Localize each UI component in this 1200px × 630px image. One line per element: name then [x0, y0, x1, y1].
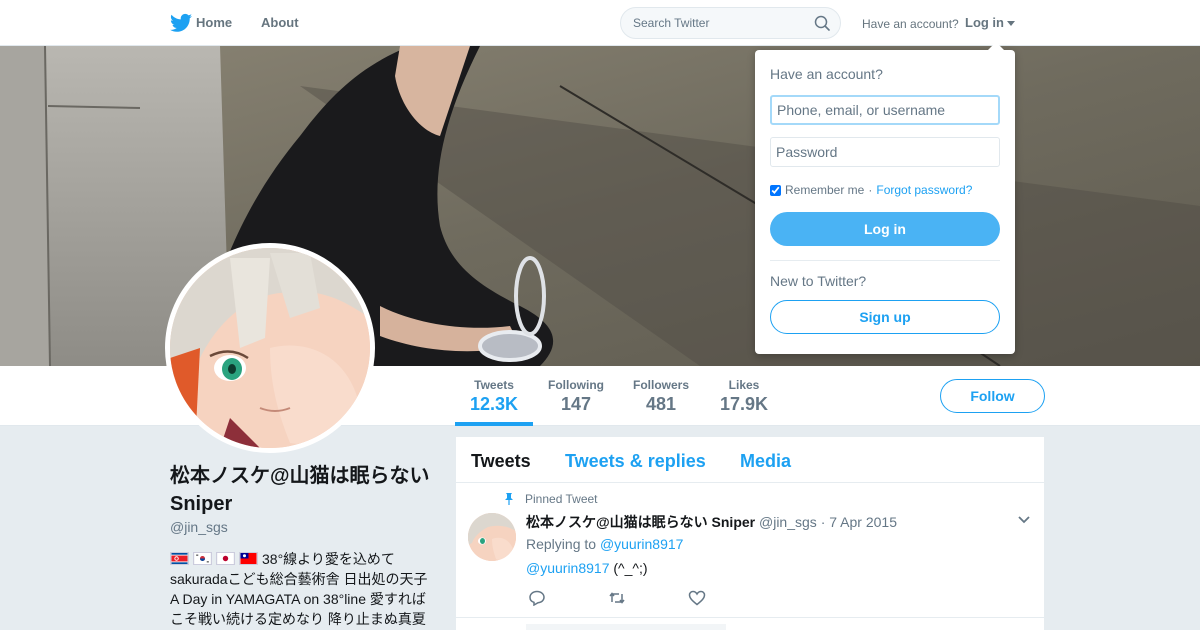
have-account-text: Have an account? [862, 17, 959, 31]
forgot-password-link[interactable]: Forgot password? [876, 183, 972, 197]
search-input[interactable] [621, 8, 801, 38]
chevron-down-icon [1007, 21, 1015, 27]
nav-about-link[interactable]: About [261, 15, 299, 30]
pin-icon [505, 493, 513, 505]
new-to-twitter-text: New to Twitter? [770, 273, 867, 289]
nav-home-link[interactable]: Home [172, 15, 232, 30]
remember-me-label[interactable]: Remember me [785, 183, 864, 197]
tweet-date[interactable]: 7 Apr 2015 [829, 514, 897, 530]
pinned-tweet-label: Pinned Tweet [525, 492, 598, 506]
tweet-header: 松本ノスケ@山猫は眠らない Sniper @jin_sgs · 7 Apr 20… [526, 512, 897, 532]
username-field[interactable] [770, 95, 1000, 125]
profile-avatar[interactable] [165, 243, 375, 453]
login-dropdown: Have an account? Remember me · Forgot pa… [755, 42, 1015, 354]
tweet-author-name[interactable]: 松本ノスケ@山猫は眠らない Sniper [526, 514, 755, 530]
stat-value: 481 [645, 394, 677, 414]
login-dropdown-toggle[interactable]: Log in [965, 15, 1015, 30]
stat-label: Likes [728, 378, 760, 392]
next-tweet-preview [526, 624, 726, 630]
remember-me-checkbox[interactable] [770, 184, 781, 196]
tweet-author-handle[interactable]: @jin_sgs [759, 514, 817, 530]
password-field[interactable] [770, 137, 1000, 167]
login-button[interactable]: Log in [770, 212, 1000, 246]
dropdown-caret [988, 42, 1004, 50]
tweet-separator: · [820, 514, 826, 530]
tab-media[interactable]: Media [740, 451, 791, 472]
search-icon[interactable] [814, 15, 830, 31]
tweet-text: @yuurin8917 (^_^;) [526, 560, 648, 576]
profile-handle[interactable]: @jin_sgs [170, 519, 228, 535]
tab-tweets[interactable]: Tweets [471, 451, 531, 472]
stat-value: 12.3K [470, 394, 519, 414]
pinned-tweet[interactable]: Pinned Tweet 松本ノスケ@山猫は眠らない Sniper @jin_s… [456, 484, 1044, 618]
stat-label: Followers [633, 378, 690, 392]
top-navigation-bar: Home About Have an account? Log in [0, 0, 1200, 46]
stat-label: Tweets [474, 378, 514, 392]
replying-to-link[interactable]: @yuurin8917 [600, 536, 684, 552]
profile-name: 松本ノスケ@山猫は眠らない Sniper [170, 465, 430, 515]
signup-button[interactable]: Sign up [770, 300, 1000, 334]
chevron-down-icon[interactable] [1018, 516, 1030, 524]
tab-tweets-replies[interactable]: Tweets & replies [565, 451, 706, 472]
stat-value: 147 [560, 394, 592, 414]
stat-following[interactable]: Following 147 [548, 378, 604, 415]
profile-bio: 38°線より愛を込めて sakuradaこども総合藝術舎 日出処の天子 A Da… [170, 549, 435, 629]
login-dropdown-title: Have an account? [770, 66, 883, 82]
nav-home-label: Home [196, 15, 233, 30]
tweet-body: (^_^;) [613, 560, 648, 576]
anime-avatar-image [468, 513, 516, 561]
replying-to-prefix: Replying to [526, 536, 597, 552]
login-toggle-label: Log in [965, 15, 1004, 30]
stat-followers[interactable]: Followers 481 [633, 378, 689, 415]
tweet-mention-link[interactable]: @yuurin8917 [526, 560, 610, 576]
stat-value: 17.9K [720, 394, 769, 414]
timeline-tabs: Tweets Tweets & replies Media [456, 437, 1044, 483]
stat-likes[interactable]: Likes 17.9K [720, 378, 768, 415]
taiwan-flag-icon [239, 552, 258, 565]
search-box [620, 7, 841, 39]
anime-avatar-image [170, 248, 370, 448]
japan-flag-icon [216, 552, 235, 565]
follow-button[interactable]: Follow [940, 379, 1045, 413]
retweet-icon[interactable] [608, 590, 626, 606]
north-korea-flag-icon [170, 552, 189, 565]
stat-label: Following [548, 378, 604, 392]
remember-separator: · [868, 183, 873, 197]
dropdown-divider [770, 260, 1000, 261]
active-stat-underline [455, 422, 533, 426]
tweet-author-avatar[interactable] [468, 513, 516, 561]
reply-icon[interactable] [528, 590, 546, 606]
remember-me-row: Remember me · Forgot password? [770, 183, 972, 197]
tweet-replying-to: Replying to @yuurin8917 [526, 536, 683, 552]
south-korea-flag-icon [193, 552, 212, 565]
stat-tweets[interactable]: Tweets 12.3K [470, 378, 518, 415]
like-icon[interactable] [688, 590, 706, 606]
timeline: Tweets Tweets & replies Media Pinned Twe… [456, 437, 1044, 630]
